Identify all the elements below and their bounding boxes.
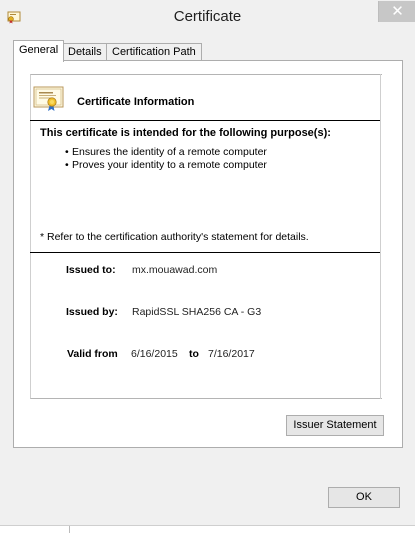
divider: [30, 252, 380, 253]
close-button[interactable]: ✕: [378, 1, 415, 22]
tab-certification-path[interactable]: Certification Path: [106, 43, 202, 61]
authority-note: * Refer to the certification authority's…: [40, 231, 309, 243]
general-tab-panel: Certificate Information This certificate…: [13, 60, 403, 448]
title-bar[interactable]: Certificate ✕: [0, 0, 415, 34]
valid-to-label: to: [189, 348, 199, 360]
divider: [30, 120, 380, 121]
valid-to-value[interactable]: 7/16/2017: [208, 348, 255, 360]
valid-from-label: Valid from: [67, 348, 118, 360]
issued-by-label: Issued by:: [66, 306, 118, 318]
purpose-heading: This certificate is intended for the fol…: [40, 127, 331, 139]
info-title: Certificate Information: [77, 96, 195, 108]
certificate-icon: [33, 86, 65, 112]
tab-general[interactable]: General: [13, 40, 65, 62]
box-edge: [380, 74, 381, 399]
issuer-statement-button[interactable]: Issuer Statement: [286, 415, 384, 436]
purpose-item: • Proves your identity to a remote comput…: [65, 159, 267, 171]
tab-details[interactable]: Details: [62, 43, 108, 61]
valid-from-value[interactable]: 6/16/2015: [131, 348, 178, 360]
issued-to-label: Issued to:: [66, 264, 116, 276]
issued-to-value[interactable]: mx.mouawad.com: [132, 264, 217, 276]
purpose-item: • Ensures the identity of a remote comput…: [65, 146, 267, 158]
close-icon: ✕: [391, 3, 404, 20]
issued-by-value[interactable]: RapidSSL SHA256 CA - G3: [132, 306, 261, 318]
window-title: Certificate: [173, 8, 242, 25]
ok-button[interactable]: OK: [328, 487, 400, 508]
